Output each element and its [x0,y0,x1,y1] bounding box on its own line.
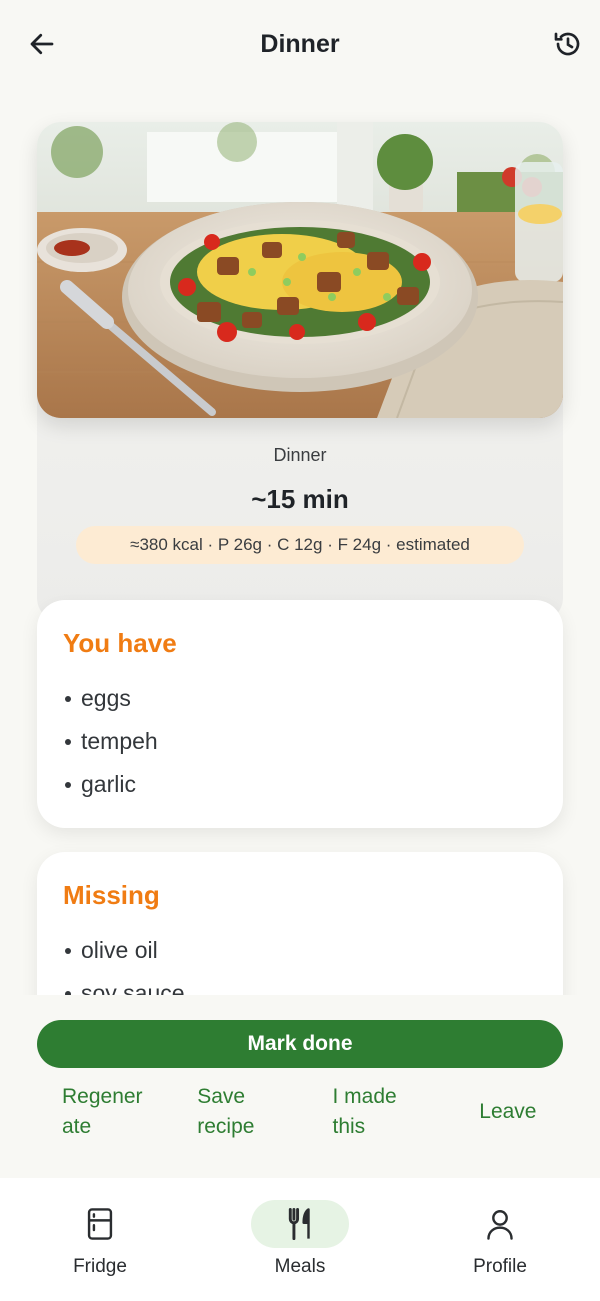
save-recipe-label-line1: Save [197,1085,246,1108]
nav-icon-container [51,1200,149,1248]
app-bar: Dinner [0,0,600,88]
list-item: tempeh [63,720,537,763]
nav-item-fridge[interactable]: Fridge [0,1178,200,1301]
ingredient-name: tempeh [81,728,158,754]
nav-icon-container [251,1200,349,1248]
person-icon [487,1210,513,1240]
bullet-icon [65,695,71,702]
meal-photo [37,122,563,418]
nutrition-chip: ≈380 kcal · P 26g · C 12g · F 24g · esti… [76,526,524,564]
mark-done-button[interactable]: Mark done [37,1020,563,1068]
cook-duration: ~15 min [251,484,349,514]
missing-list: olive oil soy sauce spinach [63,929,537,995]
leave-button[interactable]: Leave [443,1080,563,1144]
list-item: eggs [63,677,537,720]
arrow-left-icon [30,33,54,55]
fridge-icon [87,1208,113,1240]
nav-label: Meals [274,1256,326,1277]
you-have-card: You have eggs tempeh garlic [37,600,563,828]
secondary-actions: Regener ate Save recipe I made this Leave [37,1080,563,1144]
bottom-navigation: Fridge Meals Profile [0,1178,600,1301]
ingredient-name: eggs [81,685,131,711]
regenerate-button[interactable]: Regener ate [37,1080,172,1144]
you-have-title: You have [63,628,177,658]
missing-title: Missing [63,880,160,910]
bullet-icon [65,990,71,995]
ingredient-name: garlic [81,771,136,797]
history-icon [554,32,580,56]
page-title: Dinner [260,29,340,58]
list-item: olive oil [63,929,537,972]
regenerate-label-line1: Regener [62,1085,143,1108]
nav-label: Fridge [73,1256,127,1277]
bullet-icon [65,947,71,954]
list-item: garlic [63,763,537,806]
nav-icon-container [451,1200,549,1248]
you-have-list: eggs tempeh garlic [63,677,537,806]
meal-detail-scroll[interactable]: Dinner ~15 min ≈380 kcal · P 26g · C 12g… [0,88,600,995]
utensils-icon [288,1207,310,1241]
ingredient-name: soy sauce [81,980,185,995]
nav-item-meals[interactable]: Meals [200,1178,400,1301]
missing-card: Missing olive oil soy sauce spinach [37,852,563,995]
meal-type-label: Dinner [273,445,327,465]
regenerate-label-line2: ate [62,1115,92,1138]
save-recipe-label-line2: recipe [197,1115,255,1138]
back-button[interactable] [22,24,62,64]
made-this-button[interactable]: I made this [308,1080,443,1144]
save-recipe-button[interactable]: Save recipe [172,1080,307,1144]
list-item: soy sauce [63,972,537,995]
ingredient-name: olive oil [81,937,158,963]
nav-label: Profile [473,1256,527,1277]
made-this-label-line1: I made [332,1085,397,1108]
made-this-label-line2: this [332,1115,366,1138]
nav-item-profile[interactable]: Profile [400,1178,600,1301]
bullet-icon [65,781,71,788]
meal-photo-illustration [37,122,563,418]
history-button[interactable] [548,24,588,64]
bullet-icon [65,738,71,745]
